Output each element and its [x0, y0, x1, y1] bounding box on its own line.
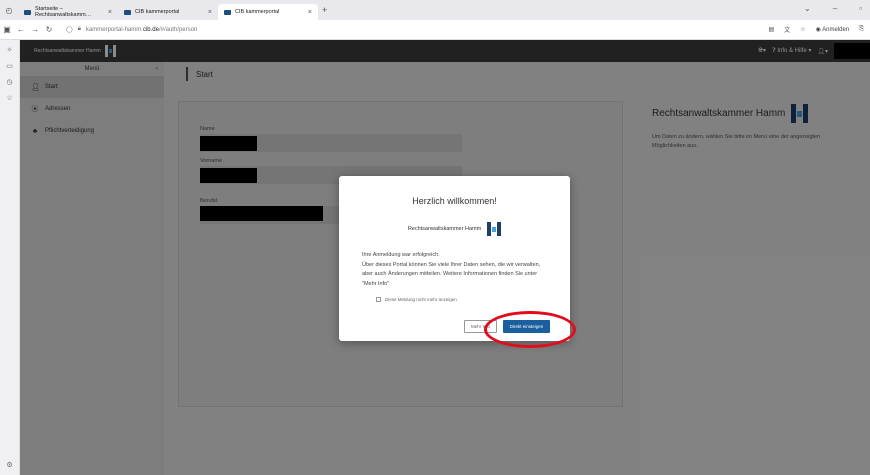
shield-icon: ◯	[66, 27, 73, 33]
ai-icon[interactable]: ✧	[7, 46, 13, 54]
dialog-line: Über dieses Portal können Sie viele Ihre…	[362, 261, 541, 287]
restore-icon[interactable]: ▫	[859, 4, 862, 13]
dont-show-again-checkbox[interactable]: Diese Meldung nicht mehr anzeigen	[376, 297, 457, 302]
history-icon[interactable]: ◷	[6, 78, 12, 86]
close-tab-icon[interactable]: ×	[308, 9, 312, 16]
browser-tab-active[interactable]: CIB kammerportal ×	[218, 4, 318, 20]
lock-icon: 🔒︎	[77, 26, 81, 32]
dialog-org-name: Rechtsanwaltskammer Hamm	[407, 226, 482, 232]
close-tab-icon[interactable]: ×	[108, 9, 112, 16]
checkbox-label: Diese Meldung nicht mehr anzeigen	[385, 297, 457, 302]
url-text: kammerportal-hamm.cib.de/#/auth/person	[85, 26, 198, 33]
chamber-logo-icon	[487, 222, 502, 236]
red-annotation-circle	[484, 311, 576, 348]
bookmark-star-icon[interactable]: ☆	[800, 26, 805, 33]
dialog-line: Ihre Anmeldung war erfolgreich.	[362, 252, 440, 258]
dialog-title: Herzlich willkommen!	[412, 196, 497, 206]
settings-gear-icon[interactable]: ⚙	[6, 461, 12, 469]
browser-tab[interactable]: Startseite – Rechtsanwaltskamm… ×	[18, 4, 118, 20]
new-tab-icon[interactable]: +	[322, 5, 327, 15]
tab-list-icon[interactable]: ⌄	[804, 4, 811, 13]
bookmarks-icon[interactable]: ☆	[6, 94, 12, 102]
tabs-icon[interactable]: ▭	[6, 62, 13, 70]
dialog-org: Rechtsanwaltskammer Hamm	[339, 222, 570, 236]
extensions-icon[interactable]: ⎘	[859, 26, 864, 33]
browser-nav-bar: ▣ ← → ↻ ◯ 🔒︎ kammerportal-hamm.cib.de/#/…	[0, 20, 870, 40]
reader-view-icon[interactable]: ▤	[769, 26, 775, 33]
forward-icon[interactable]: →	[28, 25, 42, 34]
window-menu-icon[interactable]: ◴	[0, 6, 18, 15]
tab-label: Startseite – Rechtsanwaltskamm…	[35, 6, 92, 18]
browser-tab[interactable]: CIB kammerportal ×	[118, 4, 218, 20]
favicon-icon	[124, 9, 131, 15]
favicon-icon	[24, 9, 31, 15]
browser-sidebar: ✧ ▭ ◷ ☆ ⚙	[0, 40, 20, 475]
minimize-icon[interactable]: –	[833, 4, 837, 13]
back-icon[interactable]: ←	[14, 25, 28, 34]
browser-tab-bar: ◴ Startseite – Rechtsanwaltskamm… × CIB …	[0, 0, 870, 20]
checkbox-box[interactable]	[376, 297, 381, 302]
window-controls: ⌄ – ▫	[804, 4, 862, 13]
translate-icon[interactable]: 文	[784, 25, 790, 34]
address-bar[interactable]: ◯ 🔒︎ kammerportal-hamm.cib.de/#/auth/per…	[66, 26, 197, 33]
close-tab-icon[interactable]: ×	[208, 9, 212, 16]
dialog-message: Ihre Anmeldung war erfolgreich. Über die…	[362, 251, 552, 290]
sidebar-toggle-icon[interactable]: ▣	[0, 25, 14, 34]
tab-label: CIB kammerportal	[235, 9, 280, 15]
reload-icon[interactable]: ↻	[42, 25, 56, 34]
favicon-icon	[224, 9, 231, 15]
tab-label: CIB kammerportal	[135, 9, 180, 15]
toolbar-right: ▤ 文 ☆ ◉ Anmelden ⎘	[769, 25, 865, 34]
signin-button[interactable]: ◉ Anmelden	[816, 26, 850, 33]
